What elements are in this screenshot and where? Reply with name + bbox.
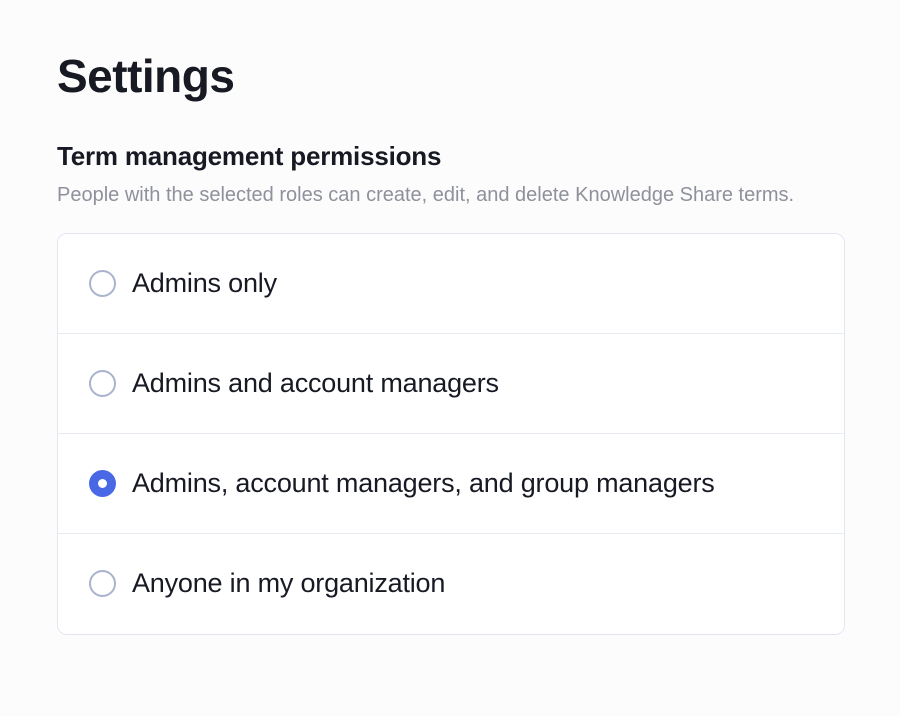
option-admins-only[interactable]: Admins only bbox=[58, 234, 844, 334]
radio-button-icon[interactable] bbox=[89, 370, 116, 397]
option-admins-account-managers[interactable]: Admins and account managers bbox=[58, 334, 844, 434]
radio-button-icon[interactable] bbox=[89, 270, 116, 297]
option-label: Admins and account managers bbox=[132, 368, 499, 399]
section-heading: Term management permissions bbox=[57, 141, 845, 172]
radio-button-icon[interactable] bbox=[89, 570, 116, 597]
option-label: Anyone in my organization bbox=[132, 568, 445, 599]
option-admins-account-group-managers[interactable]: Admins, account managers, and group mana… bbox=[58, 434, 844, 534]
permissions-radio-group: Admins only Admins and account managers … bbox=[57, 233, 845, 635]
option-anyone-in-organization[interactable]: Anyone in my organization bbox=[58, 534, 844, 634]
option-label: Admins only bbox=[132, 268, 277, 299]
section-description: People with the selected roles can creat… bbox=[57, 181, 797, 210]
settings-page: Settings Term management permissions Peo… bbox=[0, 0, 900, 635]
page-title: Settings bbox=[57, 50, 845, 103]
radio-button-icon[interactable] bbox=[89, 470, 116, 497]
option-label: Admins, account managers, and group mana… bbox=[132, 468, 715, 499]
